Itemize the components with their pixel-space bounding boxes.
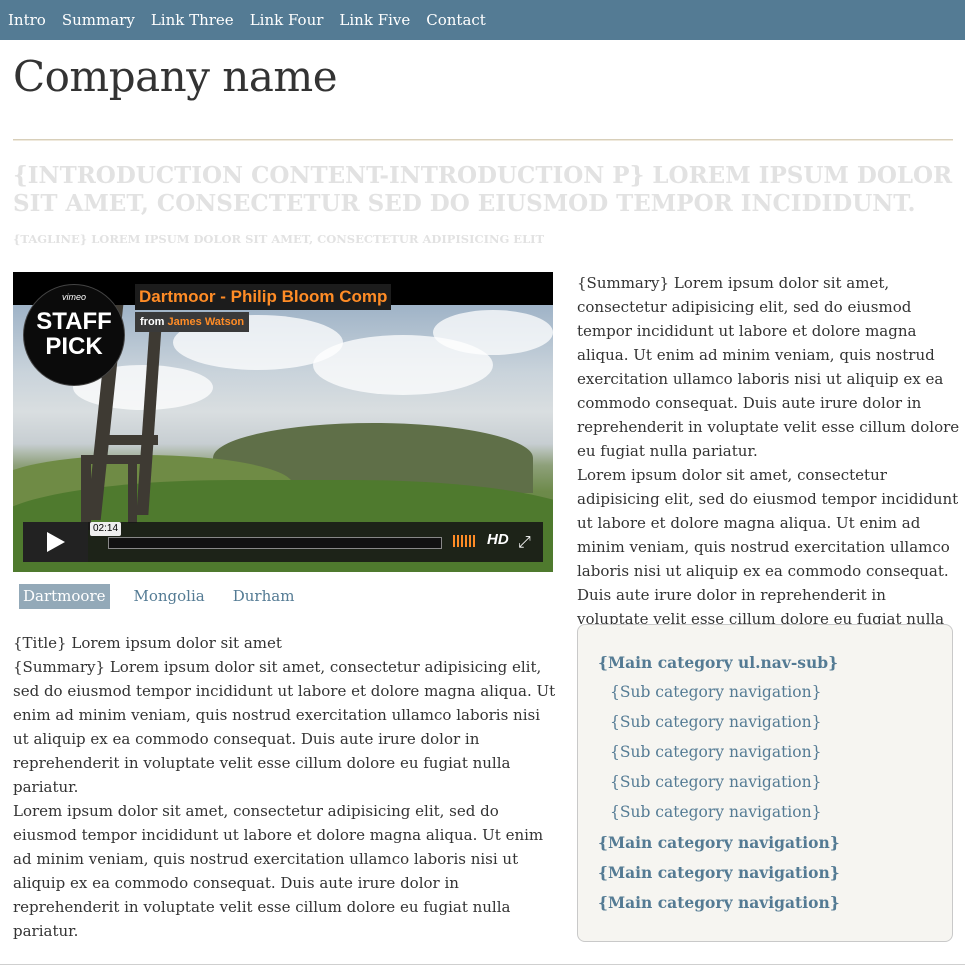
video-progress-bar[interactable]: [108, 537, 442, 549]
tab-dartmoore[interactable]: Dartmoore: [19, 584, 110, 609]
badge-text: STAFF PICK: [36, 308, 112, 360]
video-title[interactable]: Dartmoor - Philip Bloom Comp: [135, 284, 392, 310]
staff-pick-badge: vimeo STAFF PICK: [23, 284, 125, 386]
right-summary: {Summary} Lorem ipsum dolor sit amet, co…: [577, 274, 960, 460]
sidebar-sub-item[interactable]: {Sub category navigation}: [610, 683, 821, 701]
nav-link-five[interactable]: Link Five: [339, 11, 410, 29]
video-player[interactable]: vimeo STAFF PICK Dartmoor - Philip Bloom…: [13, 272, 553, 572]
nav-link-three[interactable]: Link Three: [151, 11, 234, 29]
left-title: {Title} Lorem ipsum dolor sit amet: [13, 634, 282, 652]
sidebar-main-item[interactable]: {Main category navigation}: [598, 863, 840, 882]
sidebar-sub-item[interactable]: {Sub category navigation}: [610, 773, 821, 791]
right-content: {Summary} Lorem ipsum dolor sit amet, co…: [577, 271, 962, 655]
header-divider: [13, 139, 953, 141]
introduction-text: {INTRODUCTION CONTENT-INTRODUCTION P} LO…: [13, 162, 953, 217]
sidebar-sub-item[interactable]: {Sub category navigation}: [610, 743, 821, 761]
badge-brand: vimeo: [61, 292, 86, 302]
play-button[interactable]: [23, 522, 88, 562]
nav-link-summary[interactable]: Summary: [62, 11, 135, 29]
sidebar-main-sub[interactable]: {Main category ul.nav-sub}: [598, 653, 838, 672]
hd-toggle[interactable]: HD: [487, 531, 509, 548]
volume-icon[interactable]: [453, 535, 475, 547]
sidebar-sub-item[interactable]: {Sub category navigation}: [610, 713, 821, 731]
video-time: 02:14: [90, 522, 122, 536]
top-navigation: Intro Summary Link Three Link Four Link …: [0, 0, 965, 40]
video-byline: from James Watson: [135, 312, 250, 332]
play-icon: [46, 532, 65, 552]
left-summary: {Summary} Lorem ipsum dolor sit amet, co…: [13, 658, 556, 796]
video-tabs: Dartmoore Mongolia Durham: [19, 584, 318, 609]
fullscreen-icon[interactable]: ⤢: [518, 532, 531, 552]
nav-link-contact[interactable]: Contact: [426, 11, 486, 29]
nav-link-intro[interactable]: Intro: [8, 11, 46, 29]
sidebar-sub-item[interactable]: {Sub category navigation}: [610, 803, 821, 821]
company-name: Company name: [13, 52, 338, 101]
left-body: Lorem ipsum dolor sit amet, consectetur …: [13, 802, 544, 940]
sidebar-main-item[interactable]: {Main category navigation}: [598, 893, 840, 912]
video-author-link[interactable]: James Watson: [168, 316, 245, 328]
left-content: {Title} Lorem ipsum dolor sit amet {Summ…: [13, 631, 558, 943]
footer-divider: [0, 964, 965, 965]
sidebar-navigation: {Main category ul.nav-sub} {Sub category…: [577, 624, 953, 942]
video-from-label: from: [140, 316, 165, 328]
tagline-text: {TAGLINE} LOREM IPSUM DOLOR SIT AMET, CO…: [13, 232, 545, 246]
sidebar-main-item[interactable]: {Main category navigation}: [598, 833, 840, 852]
tab-durham[interactable]: Durham: [229, 584, 299, 609]
tab-mongolia[interactable]: Mongolia: [130, 584, 209, 609]
nav-link-four[interactable]: Link Four: [250, 11, 324, 29]
